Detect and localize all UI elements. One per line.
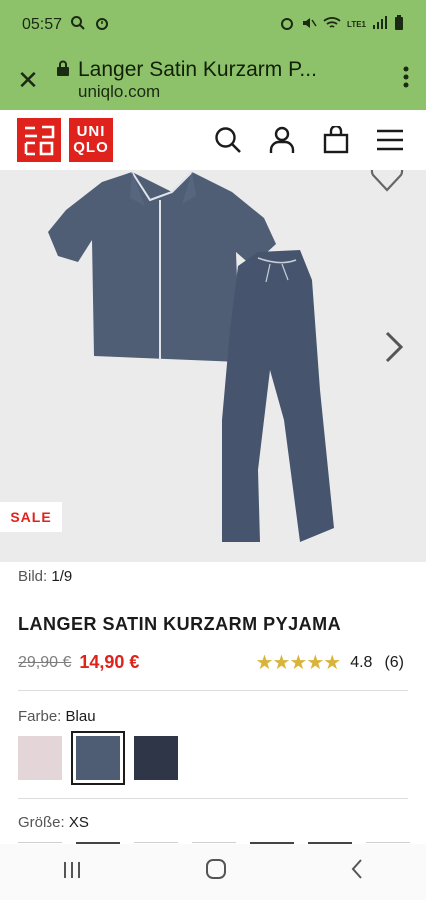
logo-text-bottom: QLO	[73, 139, 109, 156]
battery-icon	[394, 14, 404, 36]
cart-button[interactable]	[320, 124, 352, 156]
divider	[18, 690, 408, 691]
recent-apps-icon[interactable]	[62, 858, 82, 886]
browser-url-bar: ✕ Langer Satin Kurzarm P... uniqlo.com	[0, 50, 426, 110]
size-label-text: Größe:	[18, 814, 65, 831]
color-swatch-pink[interactable]	[18, 736, 62, 780]
price-row: 29,90 € 14,90 € ★★★★★ 4.8 (6)	[18, 650, 404, 675]
color-swatches	[18, 731, 178, 785]
size-value: XS	[68, 814, 89, 831]
lock-icon	[56, 58, 70, 82]
more-options-button[interactable]	[386, 66, 426, 94]
logo-text-top: UNI	[76, 123, 106, 140]
menu-button[interactable]	[374, 124, 406, 156]
uniqlo-logo[interactable]: UNI QLO	[17, 118, 113, 162]
home-icon[interactable]	[205, 858, 227, 887]
system-navigation-bar	[0, 844, 426, 900]
color-swatch-blue[interactable]	[71, 731, 125, 785]
close-tab-button[interactable]: ✕	[0, 65, 56, 96]
hamburger-icon	[377, 129, 403, 151]
next-image-arrow-icon[interactable]	[384, 330, 404, 372]
account-button[interactable]	[266, 124, 298, 156]
rating-stars-icon: ★★★★★	[255, 652, 342, 674]
sale-price: 14,90 €	[79, 652, 140, 672]
rating-value: 4.8	[350, 653, 373, 671]
alarm-icon	[279, 15, 295, 36]
network-type: LTE1	[347, 20, 366, 29]
image-counter-label: Bild:	[18, 568, 48, 585]
search-icon	[215, 127, 241, 153]
back-icon[interactable]	[350, 858, 364, 887]
product-title: LANGER SATIN KURZARM PYJAMA	[18, 614, 342, 634]
url-area[interactable]: Langer Satin Kurzarm P... uniqlo.com	[56, 58, 386, 102]
wifi-icon	[323, 15, 341, 36]
signal-icon	[372, 15, 388, 35]
image-counter: Bild: 1/9	[18, 568, 72, 585]
color-value: Blau	[65, 708, 96, 725]
color-label-text: Farbe:	[18, 708, 62, 725]
wishlist-heart-icon[interactable]	[370, 170, 404, 197]
shopping-bag-icon	[323, 126, 349, 154]
search-icon	[70, 15, 86, 36]
logo-latin: UNI QLO	[69, 118, 113, 162]
color-label: Farbe: Blau	[18, 708, 96, 725]
user-icon	[269, 126, 295, 153]
mute-icon	[301, 15, 317, 36]
original-price: 29,90 €	[18, 653, 72, 671]
size-label: Größe: XS	[18, 814, 89, 831]
status-time: 05:57	[22, 16, 63, 33]
site-header: UNI QLO	[0, 110, 426, 170]
color-swatch-navy[interactable]	[134, 736, 178, 780]
browser-page-title: Langer Satin Kurzarm P...	[78, 58, 317, 81]
product-image	[48, 171, 334, 542]
product-rating[interactable]: ★★★★★ 4.8 (6)	[256, 650, 404, 675]
browser-domain: uniqlo.com	[78, 82, 161, 101]
sale-badge: SALE	[0, 502, 62, 532]
image-counter-value: 1/9	[51, 568, 73, 585]
logo-katakana	[17, 118, 61, 162]
divider	[18, 798, 408, 799]
rating-count: (6)	[384, 653, 404, 671]
alarm-icon	[94, 15, 110, 36]
product-image-gallery[interactable]: SALE	[0, 170, 426, 562]
status-bar: 05:57 LTE1	[0, 0, 426, 50]
search-button[interactable]	[212, 124, 244, 156]
